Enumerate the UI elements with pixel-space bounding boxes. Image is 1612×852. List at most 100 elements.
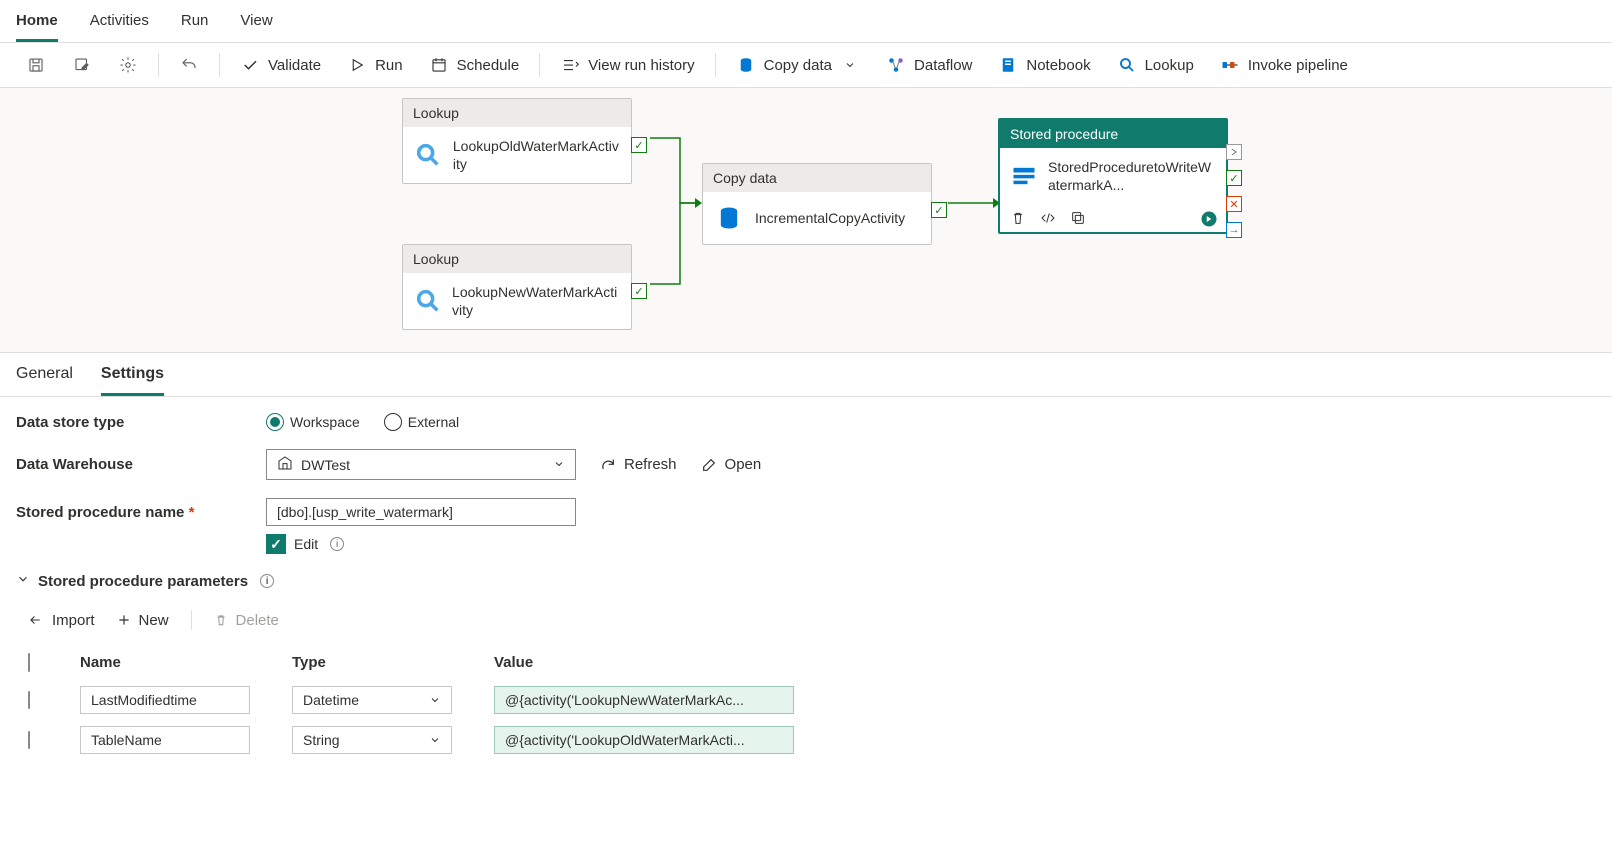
col-name: Name <box>70 646 280 679</box>
save-button[interactable] <box>16 51 56 79</box>
schedule-button[interactable]: Schedule <box>419 51 530 79</box>
delete-button[interactable]: Delete <box>214 612 279 629</box>
success-port[interactable]: ✓ <box>631 283 647 299</box>
copy-icon[interactable] <box>1070 210 1086 226</box>
stored-proc-icon <box>1010 160 1038 192</box>
table-row: TableName String @{activity('LookupOldWa… <box>18 721 1594 759</box>
refresh-button[interactable]: Refresh <box>600 456 677 473</box>
param-type-value: String <box>303 732 340 748</box>
search-icon <box>413 285 442 317</box>
pipeline-canvas[interactable]: Lookup LookupOldWaterMarkActivity ✓ Look… <box>0 88 1612 353</box>
param-name-input[interactable]: LastModifiedtime <box>80 686 250 714</box>
toolbar-separator <box>158 53 159 77</box>
tab-activities[interactable]: Activities <box>90 8 149 42</box>
stored-proc-name-value: [dbo].[usp_write_watermark] <box>277 504 453 520</box>
toolbar-separator <box>191 610 192 630</box>
tab-general[interactable]: General <box>16 365 73 396</box>
search-icon <box>413 139 443 171</box>
data-warehouse-select[interactable]: DWTest <box>266 449 576 480</box>
tab-run[interactable]: Run <box>181 8 209 42</box>
activity-incremental-copy[interactable]: Copy data IncrementalCopyActivity ✓ <box>702 163 932 245</box>
top-tabs: Home Activities Run View <box>0 0 1612 43</box>
view-run-history-label: View run history <box>588 57 694 74</box>
param-toolbar: Import New Delete <box>16 604 1596 644</box>
row-checkbox[interactable] <box>28 731 30 749</box>
check-icon <box>240 55 260 75</box>
activity-lookup-old-watermark[interactable]: Lookup LookupOldWaterMarkActivity ✓ <box>402 98 632 184</box>
open-button[interactable]: Open <box>701 456 762 473</box>
warehouse-icon <box>277 455 293 474</box>
activity-type-label: Lookup <box>403 245 631 273</box>
history-icon <box>560 55 580 75</box>
invoke-pipeline-button[interactable]: Invoke pipeline <box>1210 51 1358 79</box>
edit-label: Edit <box>294 536 318 552</box>
delete-icon[interactable] <box>1010 210 1026 226</box>
settings-button[interactable] <box>108 51 148 79</box>
activity-stored-procedure[interactable]: Stored procedure StoredProceduretoWriteW… <box>998 118 1228 234</box>
data-warehouse-value: DWTest <box>301 457 350 473</box>
row-checkbox[interactable] <box>28 691 30 709</box>
success-port[interactable]: ✓ <box>1226 170 1242 186</box>
gear-icon <box>118 55 138 75</box>
activity-name: LookupNewWaterMarkActivity <box>452 283 621 319</box>
toolbar-separator <box>715 53 716 77</box>
param-value-input[interactable]: @{activity('LookupOldWaterMarkActi... <box>494 726 794 754</box>
code-icon[interactable] <box>1040 210 1056 226</box>
skip-port[interactable] <box>1226 144 1242 160</box>
import-label: Import <box>52 612 95 629</box>
edit-checkbox[interactable]: ✓ <box>266 534 286 554</box>
go-icon[interactable] <box>1200 210 1216 226</box>
undo-button[interactable] <box>169 51 209 79</box>
param-type-select[interactable]: Datetime <box>292 686 452 714</box>
dataflow-icon <box>886 55 906 75</box>
dataflow-button[interactable]: Dataflow <box>876 51 982 79</box>
refresh-label: Refresh <box>624 456 677 473</box>
info-icon[interactable]: i <box>260 574 274 588</box>
activity-lookup-new-watermark[interactable]: Lookup LookupNewWaterMarkActivity ✓ <box>402 244 632 330</box>
validate-button[interactable]: Validate <box>230 51 331 79</box>
activity-toolbar <box>1000 204 1226 232</box>
col-type: Type <box>282 646 482 679</box>
activity-name: StoredProceduretoWriteWatermarkA... <box>1048 158 1216 194</box>
dataflow-label: Dataflow <box>914 57 972 74</box>
tab-settings[interactable]: Settings <box>101 365 164 396</box>
schedule-label: Schedule <box>457 57 520 74</box>
activity-type-label: Copy data <box>703 164 931 192</box>
lookup-label: Lookup <box>1145 57 1194 74</box>
toolbar: Validate Run Schedule View run history C… <box>0 43 1612 88</box>
chevron-down-icon <box>16 572 30 590</box>
database-icon <box>736 55 756 75</box>
stored-proc-name-label: Stored procedure name * <box>16 498 266 521</box>
param-type-value: Datetime <box>303 692 359 708</box>
completion-port[interactable]: → <box>1226 222 1242 238</box>
run-button[interactable]: Run <box>337 51 413 79</box>
params-table: Name Type Value LastModifiedtime Datetim… <box>16 644 1596 761</box>
radio-external[interactable]: External <box>384 413 459 431</box>
new-label: New <box>139 612 169 629</box>
copy-data-button[interactable]: Copy data <box>726 51 870 79</box>
params-section-toggle[interactable]: Stored procedure parameters i <box>16 572 1596 590</box>
radio-workspace[interactable]: Workspace <box>266 413 360 431</box>
tab-home[interactable]: Home <box>16 8 58 42</box>
import-button[interactable]: Import <box>26 612 95 629</box>
info-icon[interactable]: i <box>330 537 344 551</box>
notebook-button[interactable]: Notebook <box>988 51 1100 79</box>
success-port[interactable]: ✓ <box>931 202 947 218</box>
delete-label: Delete <box>236 612 279 629</box>
view-run-history-button[interactable]: View run history <box>550 51 704 79</box>
new-button[interactable]: New <box>117 612 169 629</box>
success-port[interactable]: ✓ <box>631 137 647 153</box>
param-type-select[interactable]: String <box>292 726 452 754</box>
chevron-down-icon <box>840 55 860 75</box>
failure-port[interactable]: ✕ <box>1226 196 1242 212</box>
toolbar-separator <box>219 53 220 77</box>
stored-proc-name-input[interactable]: [dbo].[usp_write_watermark] <box>266 498 576 526</box>
col-value: Value <box>484 646 1594 679</box>
lookup-button[interactable]: Lookup <box>1107 51 1204 79</box>
param-value-input[interactable]: @{activity('LookupNewWaterMarkAc... <box>494 686 794 714</box>
tab-view[interactable]: View <box>240 8 272 42</box>
select-all-checkbox[interactable] <box>28 653 30 672</box>
save-as-button[interactable] <box>62 51 102 79</box>
data-warehouse-label: Data Warehouse <box>16 456 266 473</box>
param-name-input[interactable]: TableName <box>80 726 250 754</box>
